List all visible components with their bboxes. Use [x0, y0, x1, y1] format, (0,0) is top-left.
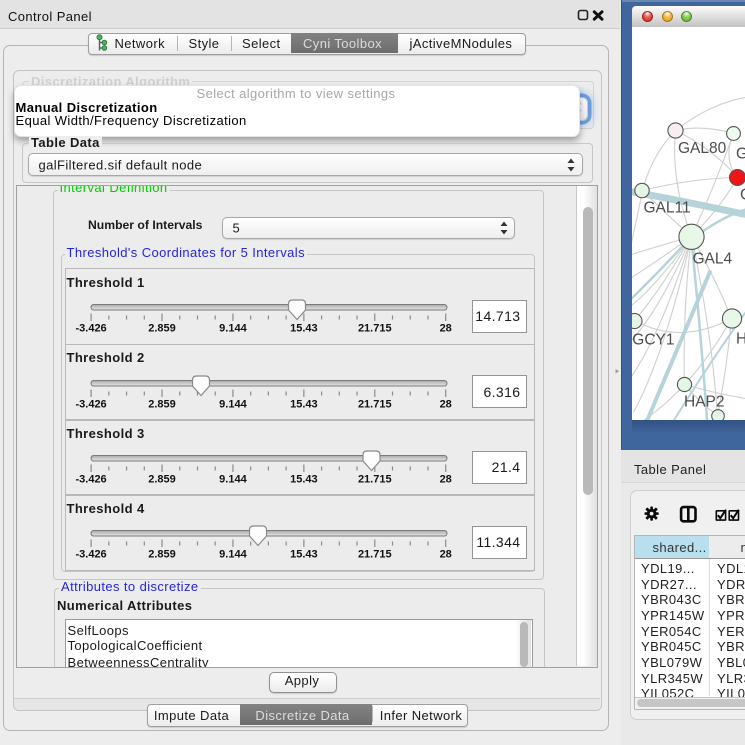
- svg-text:2.859: 2.859: [148, 323, 176, 335]
- svg-text:28: 28: [439, 398, 451, 410]
- svg-text:21.715: 21.715: [357, 549, 391, 561]
- svg-text:GAL4: GAL4: [692, 250, 732, 267]
- svg-text:9.144: 9.144: [219, 398, 247, 410]
- svg-text:-3.426: -3.426: [75, 549, 106, 561]
- svg-text:-3.426: -3.426: [75, 323, 106, 335]
- svg-text:GAL11: GAL11: [643, 199, 690, 216]
- svg-text:HAP2: HAP2: [684, 393, 725, 410]
- svg-text:21.715: 21.715: [357, 398, 391, 410]
- svg-text:2.859: 2.859: [148, 398, 176, 410]
- svg-text:-3.426: -3.426: [75, 398, 106, 410]
- svg-text:-3.426: -3.426: [75, 474, 106, 486]
- svg-text:28: 28: [439, 323, 451, 335]
- svg-text:9.144: 9.144: [219, 474, 247, 486]
- svg-text:GCY1: GCY1: [632, 331, 674, 348]
- svg-text:28: 28: [439, 549, 451, 561]
- svg-text:21.715: 21.715: [357, 323, 391, 335]
- svg-text:H: H: [736, 330, 745, 347]
- svg-text:2.859: 2.859: [148, 474, 176, 486]
- svg-text:GAL80: GAL80: [678, 140, 727, 157]
- svg-text:28: 28: [439, 474, 451, 486]
- svg-text:C: C: [740, 186, 745, 203]
- svg-text:15.43: 15.43: [290, 323, 318, 335]
- svg-text:GA: GA: [736, 145, 745, 162]
- svg-text:9.144: 9.144: [219, 323, 247, 335]
- svg-text:9.144: 9.144: [219, 549, 247, 561]
- svg-text:15.43: 15.43: [290, 474, 318, 486]
- svg-text:21.715: 21.715: [357, 474, 391, 486]
- svg-text:2.859: 2.859: [148, 549, 176, 561]
- svg-text:15.43: 15.43: [290, 398, 318, 410]
- svg-text:15.43: 15.43: [290, 549, 318, 561]
